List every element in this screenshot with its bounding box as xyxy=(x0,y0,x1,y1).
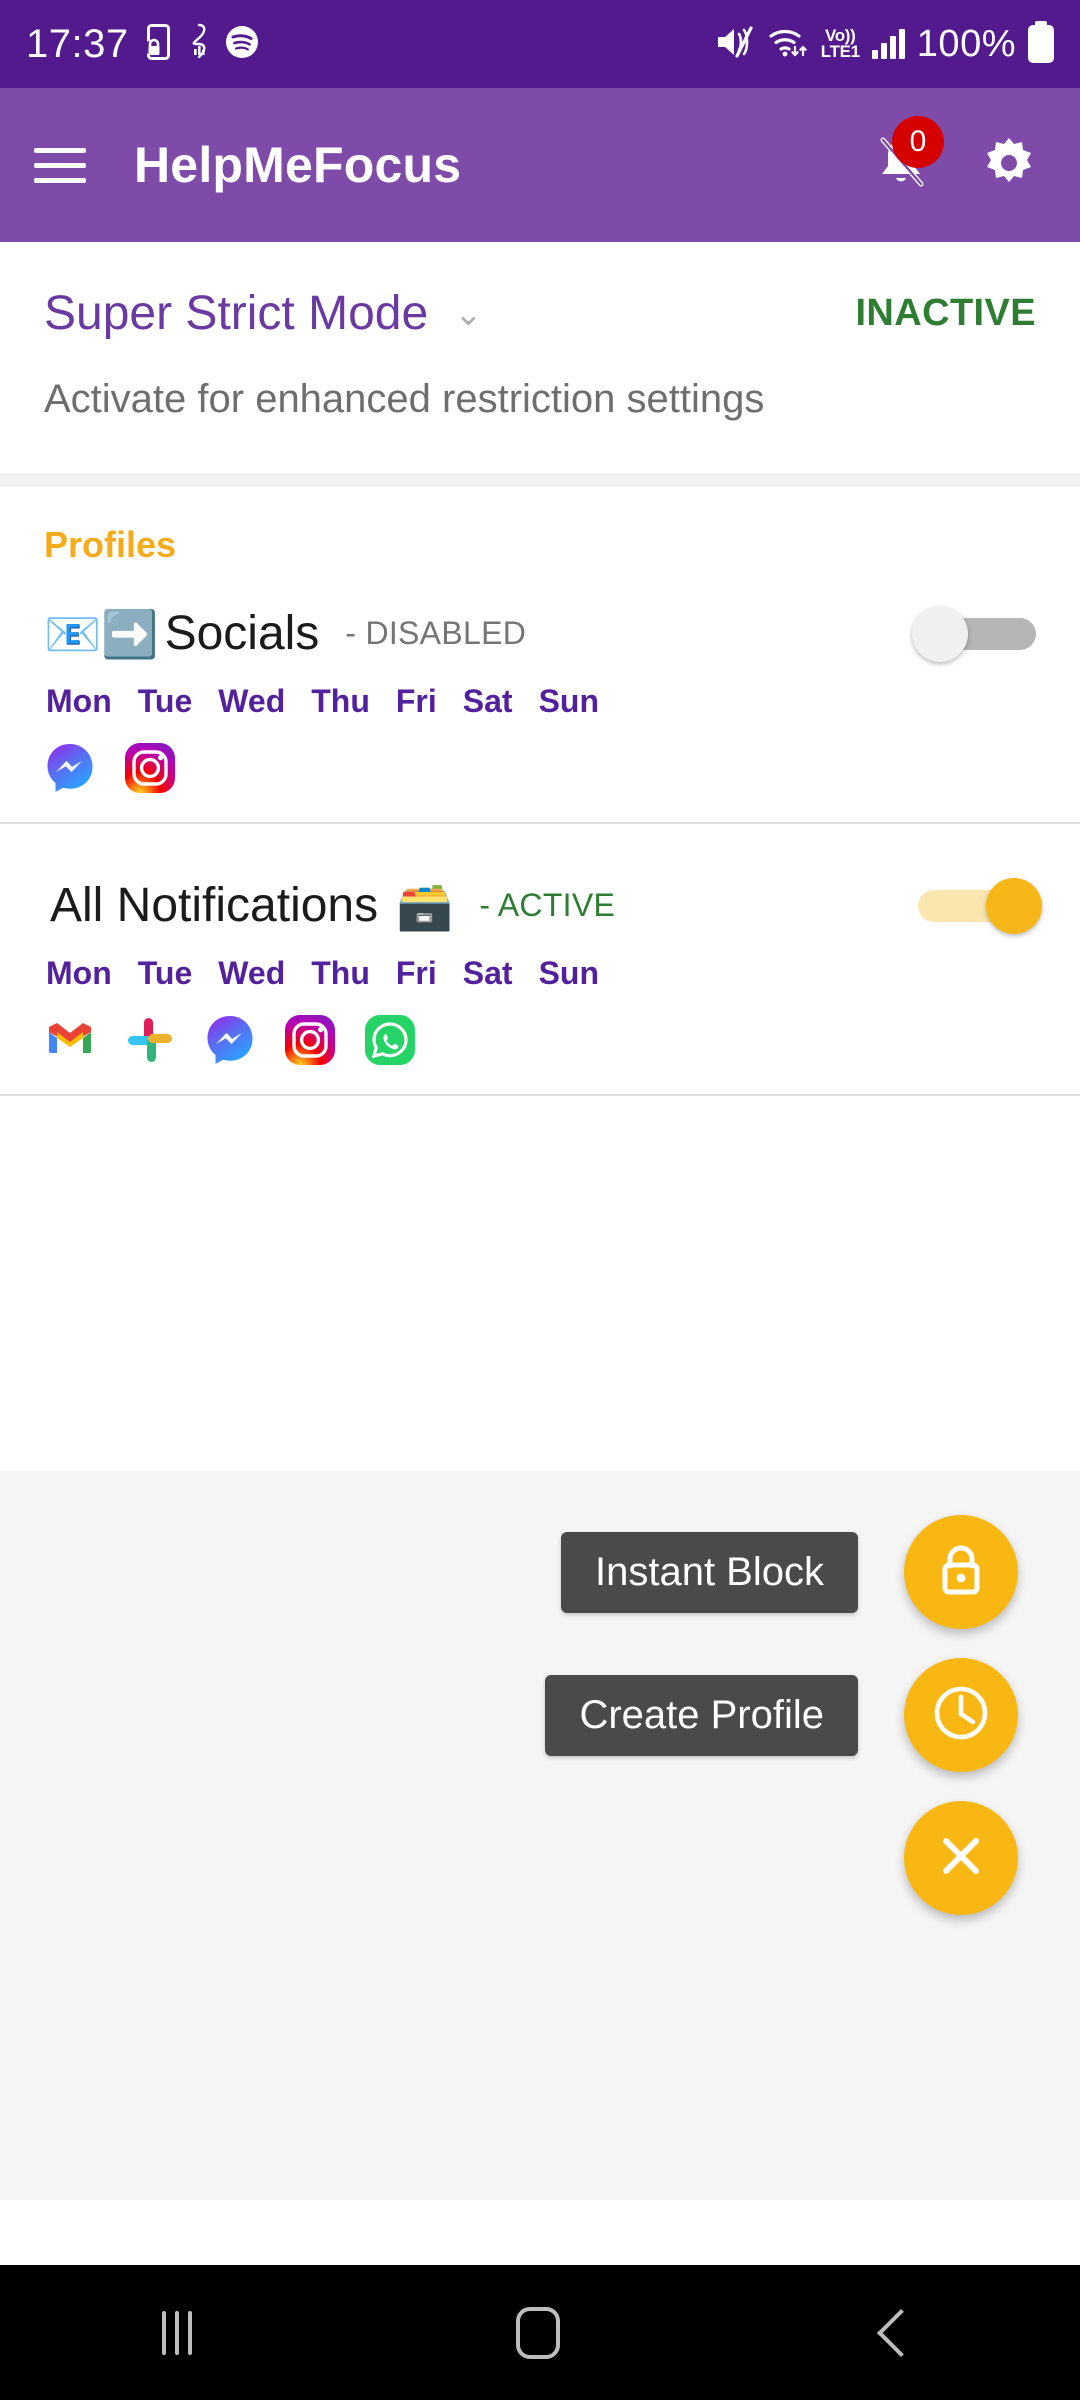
day-label: Sat xyxy=(462,683,513,719)
battery-icon xyxy=(1028,25,1054,63)
chevron-down-icon[interactable]: ⌄ xyxy=(454,297,483,331)
row-divider xyxy=(0,1094,1080,1096)
instagram-icon xyxy=(284,1014,336,1066)
status-bar-clock: 17:37 xyxy=(26,21,129,66)
clock-button[interactable] xyxy=(904,1658,1018,1772)
mute-icon xyxy=(715,25,755,64)
day-label: Mon xyxy=(46,955,112,991)
slack-icon xyxy=(124,1014,176,1066)
lock-phone-icon xyxy=(146,23,173,65)
profile-days: Mon Tue Wed Thu Fri Sat Sun xyxy=(0,661,1080,720)
recents-icon[interactable] xyxy=(162,2310,192,2355)
status-bar-notification-icons xyxy=(146,23,259,66)
day-label: Tue xyxy=(137,955,193,991)
profiles-header: Profiles xyxy=(44,524,177,565)
spotify-icon xyxy=(225,25,259,64)
volte-icon: Vo)) LTE1 xyxy=(820,26,860,61)
day-label: Thu xyxy=(311,683,370,719)
messenger-icon xyxy=(44,742,96,794)
day-label: Fri xyxy=(395,683,437,719)
profile-name: All Notifications xyxy=(50,879,379,932)
fab-action-create-profile[interactable]: Create Profile xyxy=(545,1658,1018,1772)
day-label: Mon xyxy=(46,683,112,719)
wifi-icon xyxy=(767,25,809,64)
gear-icon xyxy=(978,132,1040,199)
row-divider xyxy=(0,822,1080,824)
app-bar: HelpMeFocus 0 xyxy=(0,88,1080,242)
gmail-icon xyxy=(44,1014,96,1066)
lock-button[interactable] xyxy=(904,1515,1018,1629)
day-label: Wed xyxy=(218,955,286,991)
day-label: Sat xyxy=(462,955,513,991)
signal-bars-icon xyxy=(871,29,905,59)
profile-status: - ACTIVE xyxy=(479,887,616,923)
fab-menu: Instant Block Create Profile xyxy=(0,1471,1018,2200)
hamburger-menu-icon[interactable] xyxy=(34,147,86,183)
day-label: Sun xyxy=(538,683,599,719)
profile-toggle[interactable] xyxy=(918,877,1042,934)
whatsapp-icon xyxy=(364,1014,416,1066)
super-strict-mode-status: INACTIVE xyxy=(855,292,1036,334)
day-label: Tue xyxy=(137,683,193,719)
day-label: Thu xyxy=(311,955,370,991)
day-label: Fri xyxy=(395,955,437,991)
profile-emoji: 📧➡️ xyxy=(44,607,159,660)
profile-emoji: 🗃️ xyxy=(396,879,454,932)
super-strict-mode-subtitle: Activate for enhanced restriction settin… xyxy=(44,377,765,421)
profile-app-icons xyxy=(0,992,1080,1066)
app-screen: 17:37 Vo)) LTE1 100% HelpMeFocus 0 Super… xyxy=(0,0,1080,2400)
fab-action-instant-block[interactable]: Instant Block xyxy=(560,1515,1018,1629)
close-icon xyxy=(938,1833,984,1884)
hourglass-stats-icon xyxy=(187,23,211,66)
notifications-button[interactable]: 0 xyxy=(864,116,944,202)
day-label: Wed xyxy=(218,683,286,719)
day-label: Sun xyxy=(538,955,599,991)
profile-toggle[interactable] xyxy=(912,605,1036,662)
fab-close[interactable] xyxy=(904,1801,1018,1915)
profile-days: Mon Tue Wed Thu Fri Sat Sun xyxy=(0,933,1080,992)
status-bar: 17:37 Vo)) LTE1 100% xyxy=(0,0,1080,88)
battery-percent-label: 100% xyxy=(916,22,1016,65)
lock-icon xyxy=(934,1541,988,1604)
back-icon[interactable] xyxy=(876,2308,926,2357)
section-gap xyxy=(0,474,1080,486)
close-button[interactable] xyxy=(904,1801,1018,1915)
profile-row-socials[interactable]: 📧➡️ Socials - DISABLED Mon Tue Wed Thu F… xyxy=(0,580,1080,852)
super-strict-mode-card[interactable]: Super Strict Mode ⌄ INACTIVE Activate fo… xyxy=(0,242,1080,474)
status-bar-system-icons: Vo)) LTE1 100% xyxy=(715,23,1054,66)
messenger-icon xyxy=(204,1014,256,1066)
settings-button[interactable] xyxy=(972,128,1046,202)
home-icon[interactable] xyxy=(516,2306,560,2359)
profile-status: - DISABLED xyxy=(345,615,527,651)
system-navigation-bar xyxy=(0,2265,1080,2400)
clock-icon xyxy=(932,1684,990,1747)
notification-badge: 0 xyxy=(892,116,944,168)
profile-name: Socials xyxy=(164,607,320,660)
fab-label: Instant Block xyxy=(560,1531,858,1613)
super-strict-mode-title: Super Strict Mode xyxy=(44,287,429,340)
profiles-section: Profiles 📧➡️ Socials - DISABLED Mon Tue … xyxy=(0,486,1080,1124)
fab-menu-scrim[interactable]: Instant Block Create Profile xyxy=(0,1471,1080,2200)
profile-row-all-notifications[interactable]: All Notifications 🗃️ - ACTIVE Mon Tue We… xyxy=(0,852,1080,1124)
profile-app-icons xyxy=(0,720,1080,794)
fab-label: Create Profile xyxy=(545,1674,858,1756)
instagram-icon xyxy=(124,742,176,794)
page-title: HelpMeFocus xyxy=(134,137,462,193)
